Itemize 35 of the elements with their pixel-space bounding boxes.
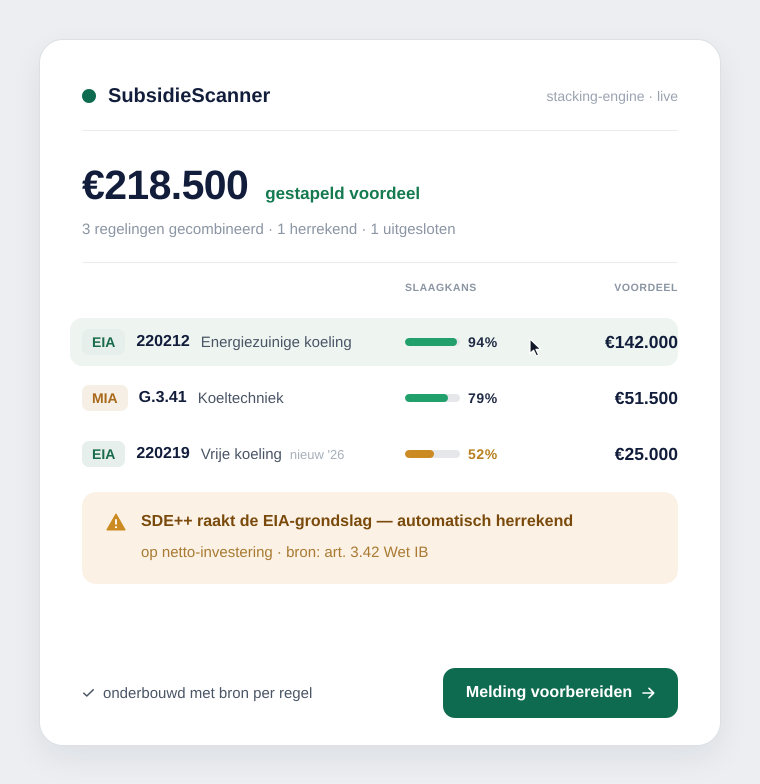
scheme-row[interactable]: EIA 220219 Vrije koeling nieuw '26 52% €25.000 [70, 430, 678, 478]
app-title: SubsidieScanner [108, 84, 270, 108]
cursor-icon [529, 338, 542, 357]
column-header: VOORDEEL [614, 281, 678, 295]
benefit-amount: €51.500 [614, 388, 678, 408]
scheme-name: Energiezuinige koeling [200, 334, 352, 350]
arrow-right-icon [642, 687, 656, 699]
benefit-amount: €25.000 [614, 444, 678, 464]
scheme-name: Vrije koeling [200, 446, 282, 462]
note-text: nieuw '26 [290, 446, 344, 462]
scheme-code: G.3.41 [138, 389, 187, 407]
benefit-amount: €142.000 [605, 332, 678, 352]
footer-note: onderbouwd met bron per regel [103, 684, 312, 702]
percent-text: 94% [468, 334, 498, 350]
summary-text: 3 regelingen gecombineerd · 1 herrekend · 1 uitgesloten [82, 220, 457, 240]
prepare-button[interactable]: Melding voorbereiden [443, 668, 678, 718]
alert-detail: op netto-investering · bron: art. 3.42 Wet IB [141, 543, 430, 563]
amount-label: gestapeld voordeel [265, 184, 420, 204]
scheme-code: 220212 [136, 333, 190, 351]
scheme-tag: MIA [82, 385, 128, 411]
scheme-row[interactable]: MIA G.3.41 Koeltechniek 79% €51.500 [70, 374, 678, 422]
scheme-tag: EIA [82, 441, 126, 467]
scheme-tag: EIA [82, 329, 126, 355]
status-dot-icon [82, 89, 96, 103]
total-amount: €218.500 [82, 161, 248, 209]
scheme-row[interactable]: EIA 220212 Energiezuinige koeling 94% €142.000 [70, 318, 678, 366]
alert-title: SDE++ raakt de EIA-grondslag — automatisch herrekend [141, 512, 574, 532]
status-text: stacking-engine · live [546, 88, 678, 104]
percent-text: 79% [468, 390, 498, 406]
percent-text: 52% [468, 446, 498, 462]
check-icon [83, 689, 94, 697]
column-header: SLAAGKANS [405, 281, 477, 295]
warning-icon [106, 513, 126, 531]
scheme-code: 220219 [136, 445, 190, 463]
scheme-name: Koeltechniek [198, 390, 284, 406]
